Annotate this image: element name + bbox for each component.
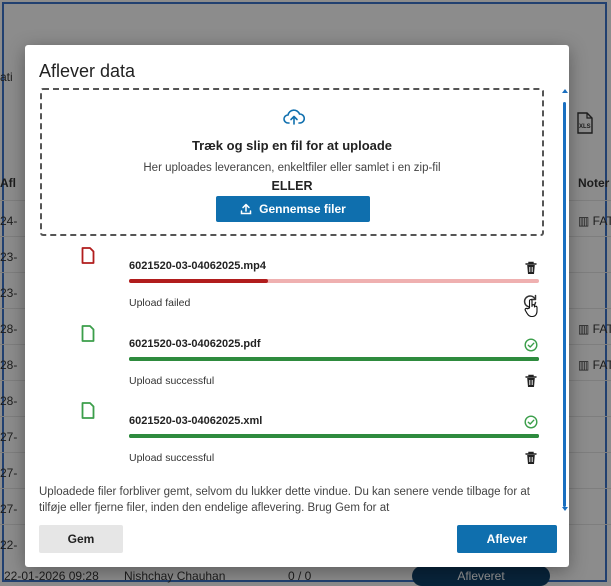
file-name: 6021520-03-04062025.mp4 [129,260,267,272]
upload-status: Upload successful [129,452,215,464]
upload-progress-bar [129,279,539,283]
trash-icon[interactable] [525,451,537,465]
file-name: 6021520-03-04062025.xml [129,415,263,427]
check-circle-icon [524,338,538,352]
scroll-down-arrow-icon[interactable] [562,507,568,511]
upload-status: Upload failed [129,297,191,309]
scroll-up-arrow-icon[interactable] [562,89,568,93]
upload-status: Upload successful [129,375,215,387]
upload-progress-fill [129,279,269,283]
upload-progress-bar [129,434,539,438]
upload-progress-fill [129,434,539,438]
file-icon [81,325,95,342]
aflever-data-dialog: Aflever data Træk og slip en fil for at … [25,45,569,567]
save-button[interactable]: Gem [39,525,123,553]
check-circle-icon [524,415,538,429]
file-dropzone[interactable]: Træk og slip en fil for at uploade Her u… [40,88,544,236]
upload-icon [240,203,252,215]
dropzone-subtitle: Her uploades leverancen, enkeltfiler ell… [143,162,441,174]
dropzone-title: Træk og slip en fil for at uploade [191,138,393,153]
submit-button[interactable]: Aflever [457,525,557,553]
scrollbar-thumb[interactable] [563,102,566,507]
file-icon [81,402,95,419]
file-item: 6021520-03-04062025.pdf Upload successfu… [25,325,560,403]
file-item: 6021520-03-04062025.xml Upload successfu… [25,402,560,480]
file-icon [81,247,95,264]
dialog-title: Aflever data [39,61,136,81]
upload-progress-bar [129,357,539,361]
dropzone-or-text: ELLER [271,179,313,193]
cloud-upload-icon [283,109,305,125]
browse-files-label: Gennemse filer [259,202,346,216]
uploaded-file-list: 6021520-03-04062025.mp4 Upload failed 60… [25,241,560,471]
trash-icon[interactable] [525,261,537,275]
upload-progress-fill [129,357,539,361]
file-name: 6021520-03-04062025.pdf [129,338,261,350]
trash-icon[interactable] [525,374,537,388]
file-item: 6021520-03-04062025.mp4 Upload failed [25,247,560,325]
hand-cursor-icon [524,299,538,318]
browse-files-button[interactable]: Gennemse filer [216,196,370,222]
info-text: Uploadede filer forbliver gemt, selvom d… [39,486,530,514]
